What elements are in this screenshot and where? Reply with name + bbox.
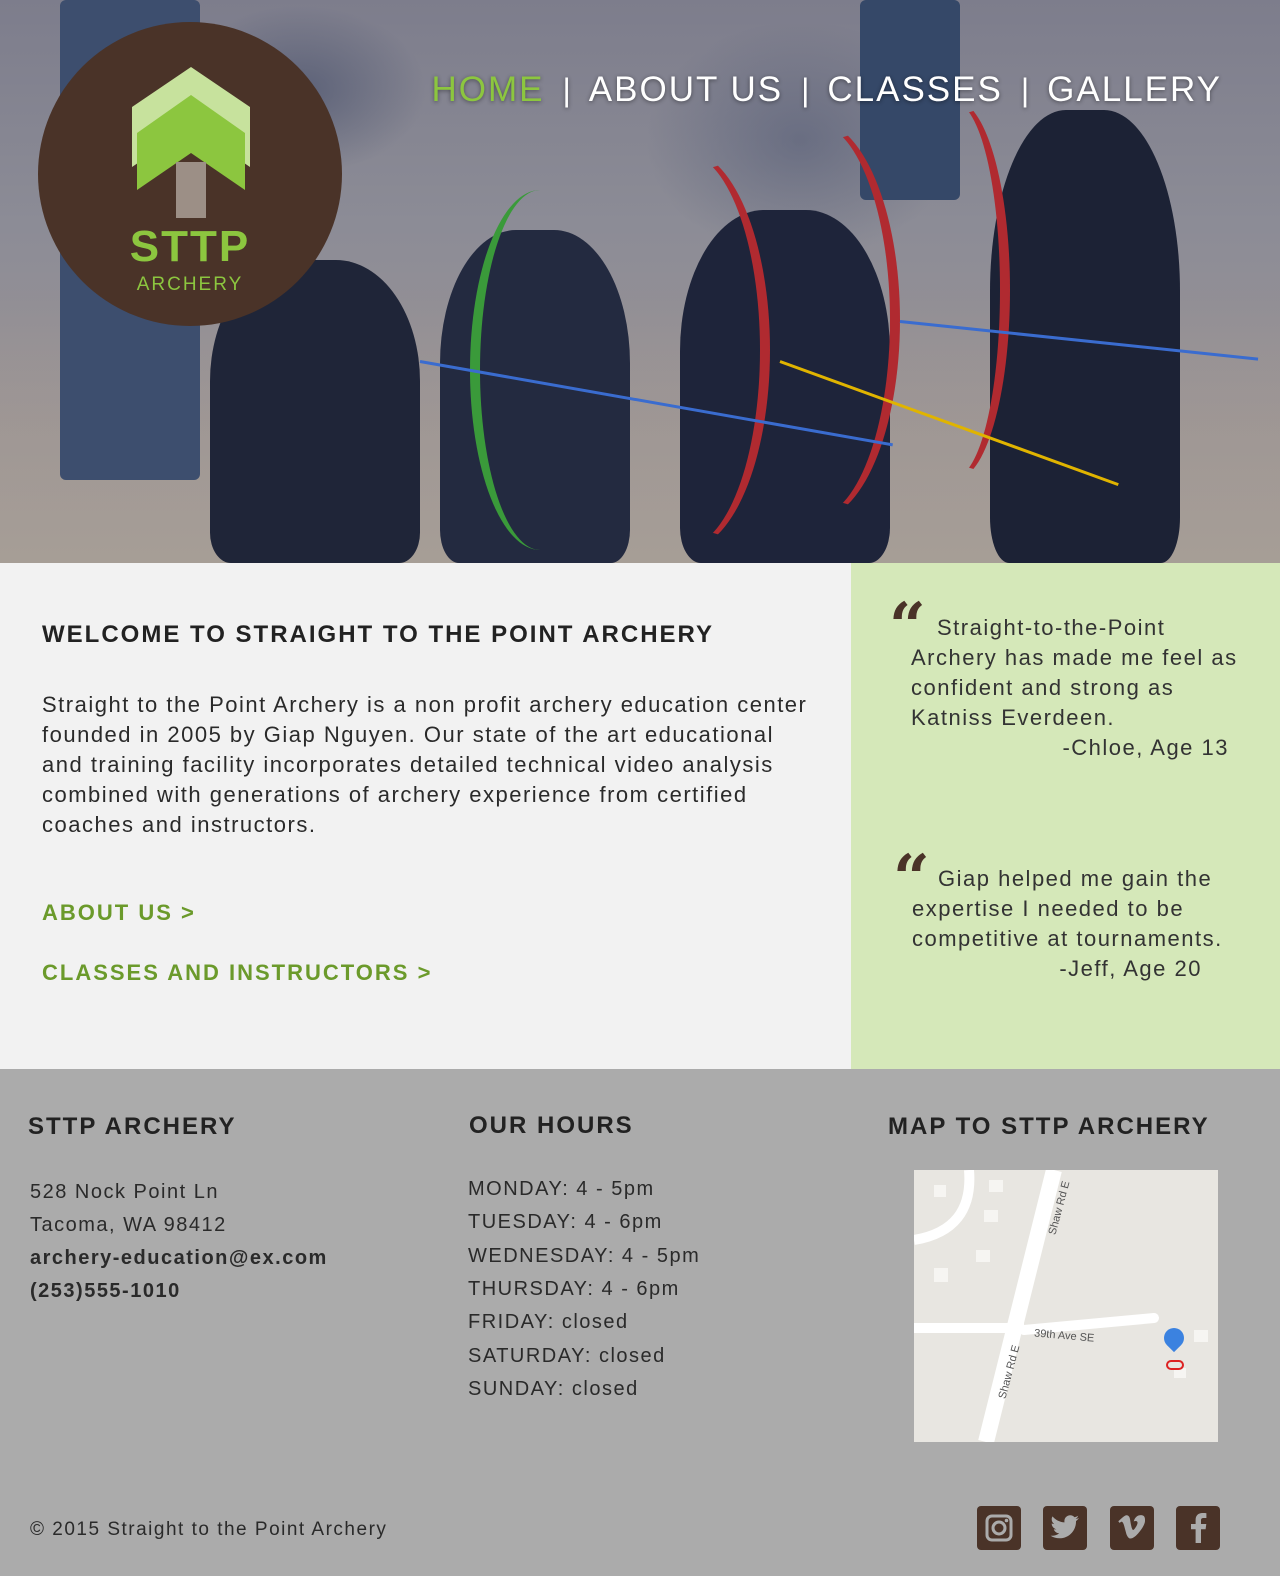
hours-saturday: SATURDAY: closed xyxy=(468,1345,666,1367)
nav-home[interactable]: HOME xyxy=(431,70,544,110)
twitter-icon[interactable] xyxy=(1043,1506,1087,1550)
map-heading: MAP TO STTP ARCHERY xyxy=(888,1113,1210,1140)
testimonial-chloe: Straight-to-the-Point Archery has made m… xyxy=(911,613,1241,763)
nav-about-us[interactable]: ABOUT US xyxy=(589,70,783,110)
logo-subtitle: ARCHERY xyxy=(136,274,244,295)
hero-banner: STTP ARCHERY HOME | ABOUT US | CLASSES |… xyxy=(0,0,1280,563)
nav-separator: | xyxy=(801,71,810,108)
hero-photo-bow xyxy=(730,120,900,520)
about-us-link[interactable]: ABOUT US > xyxy=(42,900,196,926)
email-link[interactable]: archery-education@ex.com xyxy=(30,1247,328,1270)
nav-separator: | xyxy=(1020,71,1030,108)
logo-trunk xyxy=(176,162,206,218)
testimonial-quote: Giap helped me gain the expertise I need… xyxy=(912,866,1223,951)
nav-separator: | xyxy=(562,71,571,108)
hero-photo-bow xyxy=(470,190,610,550)
facebook-icon[interactable] xyxy=(1176,1506,1220,1550)
instagram-icon[interactable] xyxy=(977,1506,1021,1550)
testimonial-author: -Chloe, Age 13 xyxy=(1062,735,1229,760)
site-footer: STTP ARCHERY 528 Nock Point Ln Tacoma, W… xyxy=(0,1069,1280,1576)
site-logo[interactable]: STTP ARCHERY xyxy=(38,22,342,326)
hours-sunday: SUNDAY: closed xyxy=(468,1378,639,1400)
nav-classes[interactable]: CLASSES xyxy=(827,70,1002,110)
logo-title: STTP xyxy=(129,222,251,271)
hours-monday: MONDAY: 4 - 5pm xyxy=(468,1178,655,1200)
map-marker-icon xyxy=(1166,1360,1184,1370)
welcome-title: WELCOME TO STRAIGHT TO THE POINT ARCHERY xyxy=(42,621,715,648)
hero-photo-archer xyxy=(990,110,1180,563)
phone-link[interactable]: (253)555-1010 xyxy=(30,1280,181,1303)
nav-gallery[interactable]: GALLERY xyxy=(1047,70,1222,110)
testimonial-quote: Straight-to-the-Point Archery has made m… xyxy=(911,615,1238,730)
hours-thursday: THURSDAY: 4 - 6pm xyxy=(468,1278,680,1300)
hours-tuesday: TUESDAY: 4 - 6pm xyxy=(468,1211,663,1233)
classes-and-instructors-link[interactable]: CLASSES AND INSTRUCTORS > xyxy=(42,960,432,986)
address-line-2: Tacoma, WA 98412 xyxy=(30,1214,227,1236)
main-nav: HOME | ABOUT US | CLASSES | GALLERY xyxy=(431,70,1222,110)
contact-heading: STTP ARCHERY xyxy=(28,1113,237,1140)
hours-heading: OUR HOURS xyxy=(469,1112,634,1139)
welcome-section: WELCOME TO STRAIGHT TO THE POINT ARCHERY… xyxy=(0,563,851,1069)
copyright: © 2015 Straight to the Point Archery xyxy=(30,1519,388,1540)
testimonial-jeff: Giap helped me gain the expertise I need… xyxy=(912,864,1242,984)
hours-wednesday: WEDNESDAY: 4 - 5pm xyxy=(468,1245,701,1267)
location-map[interactable]: Shaw Rd E 39th Ave SE Shaw Rd E xyxy=(914,1170,1218,1442)
testimonial-author: -Jeff, Age 20 xyxy=(1059,956,1202,981)
map-roads xyxy=(914,1170,1208,1442)
testimonials-panel: “ Straight-to-the-Point Archery has made… xyxy=(851,563,1280,1069)
vimeo-icon[interactable] xyxy=(1110,1506,1154,1550)
hours-friday: FRIDAY: closed xyxy=(468,1311,629,1333)
address-line-1: 528 Nock Point Ln xyxy=(30,1181,219,1203)
welcome-body: Straight to the Point Archery is a non p… xyxy=(42,692,808,837)
